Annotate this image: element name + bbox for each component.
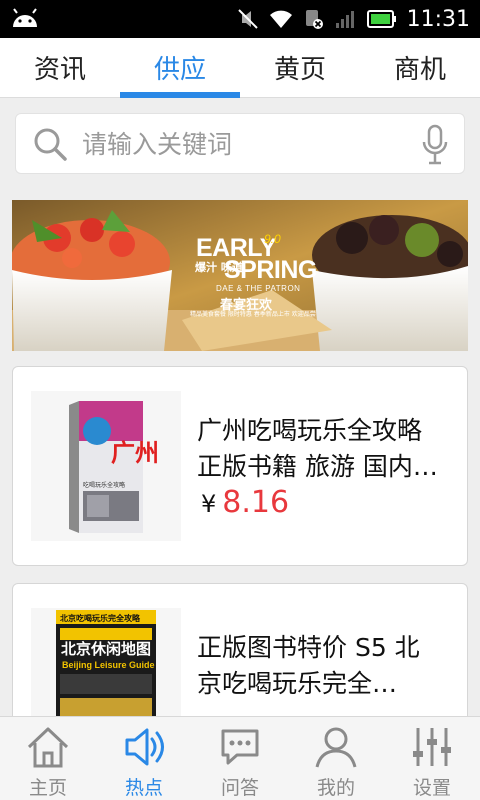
top-tabs: 资讯 供应 黄页 商机 (0, 38, 480, 98)
book-cover-small-text: 吃喝玩乐全攻略 (83, 481, 125, 489)
tab-news[interactable]: 资讯 (0, 38, 120, 97)
nav-settings-label: 设置 (412, 777, 451, 799)
product-title-line-1: 正版图书特价 S5 北 (197, 633, 420, 662)
nav-hot[interactable]: 热点 (96, 717, 192, 800)
bottom-navigation: 主页 热点 问答 我的 设置 (0, 716, 480, 800)
product-card[interactable]: 广州 吃喝玩乐全攻略 广州吃喝玩乐全攻略 正版书籍 旅游 国内… ¥ 8.16 (12, 366, 468, 566)
user-icon (315, 727, 357, 768)
product-title: 广州吃喝玩乐全攻略 正版书籍 旅游 国内… (197, 413, 451, 485)
banner-subtitle: DAE & THE PATRON (216, 284, 301, 293)
status-time: 11:31 (406, 6, 470, 32)
price-currency: ¥ (201, 490, 217, 518)
nav-home-label: 主页 (28, 777, 67, 799)
tab-business-opportunities[interactable]: 商机 (360, 38, 480, 97)
nav-qa[interactable]: 问答 (192, 717, 288, 800)
product-price: ¥ 8.16 (201, 485, 289, 520)
tab-supply[interactable]: 供应 (120, 38, 240, 98)
microphone-icon[interactable] (422, 124, 448, 166)
search-bar (15, 113, 465, 174)
tab-yellow-pages[interactable]: 黄页 (240, 38, 360, 97)
sim-blocked-icon (305, 10, 323, 29)
product-title-line-2: 京吃喝玩乐完全… (197, 669, 398, 698)
status-bar: 11:31 (0, 0, 480, 38)
speaker-icon (125, 728, 164, 766)
nav-settings[interactable]: 设置 (384, 717, 480, 800)
search-input[interactable] (82, 122, 412, 166)
nav-me-label: 我的 (316, 777, 355, 799)
nav-qa-label: 问答 (220, 777, 259, 799)
mute-icon (237, 9, 258, 29)
product-title: 正版图书特价 S5 北 京吃喝玩乐完全… (197, 630, 451, 702)
book-cover-big-text: 广州 (111, 439, 159, 467)
chat-icon (221, 729, 259, 765)
banner-title-spring: SPRING (224, 256, 317, 284)
book-cover-top-text: 北京吃喝玩乐完全攻略 (60, 613, 141, 623)
banner-badge: 9.0 (264, 232, 281, 246)
product-thumbnail: 广州 吃喝玩乐全攻略 (31, 391, 181, 541)
nav-home[interactable]: 主页 (0, 717, 96, 800)
promo-banner[interactable]: EARLY 9.0 爆汁 味道 SPRING DAE & THE PATRON … (12, 200, 468, 351)
nav-hot-label: 热点 (124, 777, 163, 799)
wifi-icon (269, 10, 292, 28)
book-cover-en-text: Beijing Leisure Guide (62, 660, 155, 670)
book-cover-big-text: 北京休闲地图 (61, 640, 151, 658)
home-icon (27, 727, 69, 768)
signal-icon (335, 11, 354, 28)
search-icon[interactable] (32, 126, 68, 162)
banner-small-text: 精品美食套餐 限时特惠 春季新品上市 欢迎品尝 (190, 311, 316, 318)
product-title-line-2: 正版书籍 旅游 国内… (197, 452, 438, 481)
product-title-line-1: 广州吃喝玩乐全攻略 (197, 416, 423, 445)
android-icon (13, 8, 37, 27)
battery-icon (366, 10, 396, 28)
nav-me[interactable]: 我的 (288, 717, 384, 800)
price-value: 8.16 (222, 485, 290, 520)
sliders-icon (413, 728, 451, 766)
